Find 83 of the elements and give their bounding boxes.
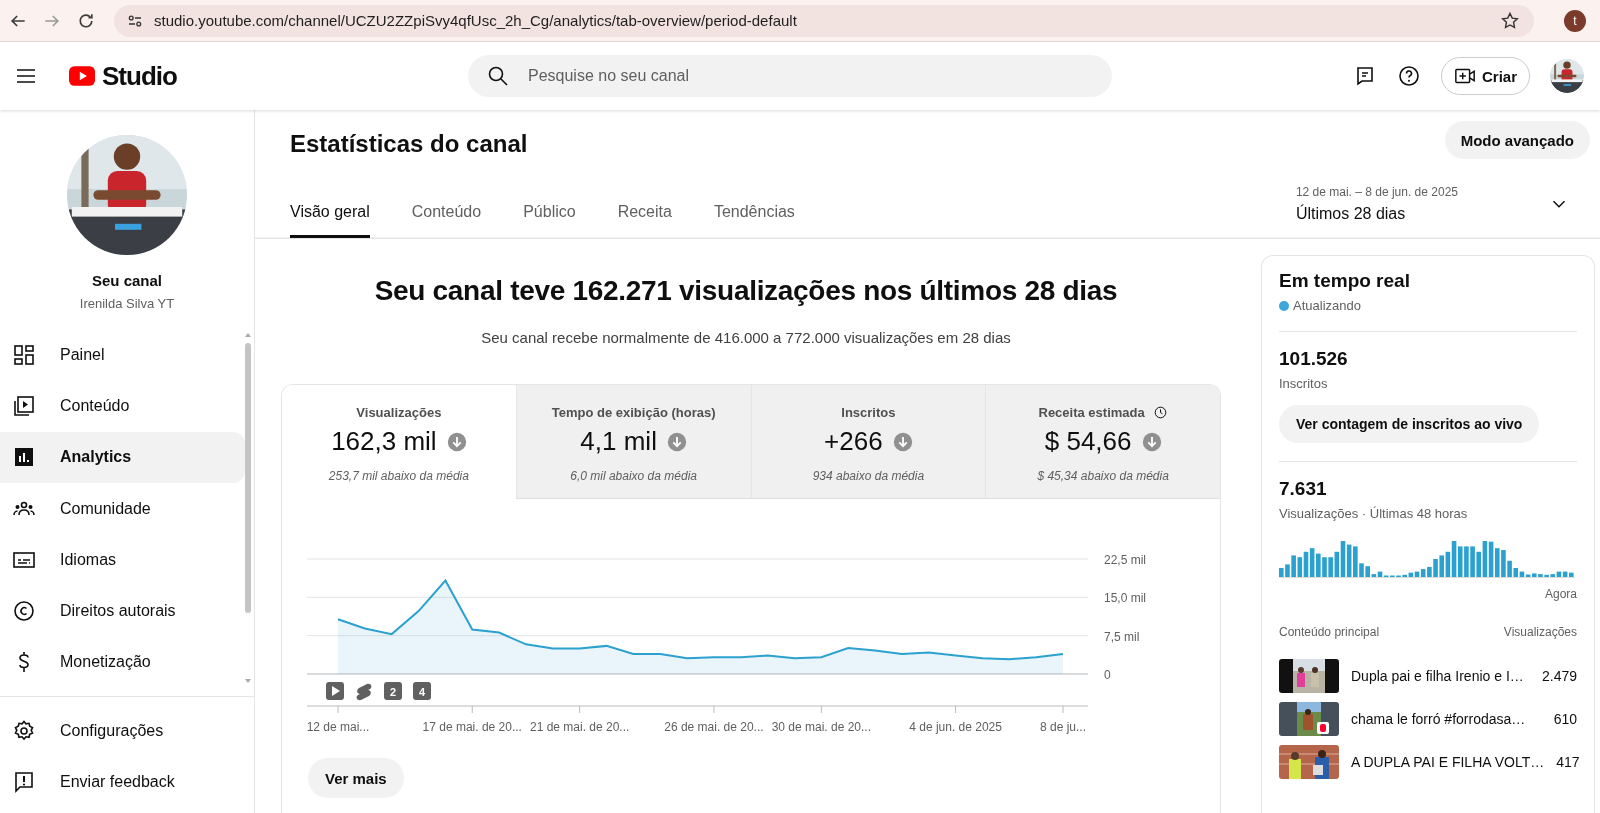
tab[interactable]: Tendências: [713, 203, 795, 238]
panel-title: Em tempo real: [1279, 270, 1411, 292]
video-title[interactable]: A DUPLA PAI E FILHA VOLT…: [1351, 754, 1545, 770]
column-header: Conteúdo principal: [1279, 625, 1380, 639]
axis-label: 0: [1104, 668, 1111, 682]
shorts-marker-icon[interactable]: [356, 683, 372, 701]
sidebar-item[interactable]: Comunidade: [0, 482, 245, 535]
axis-label: 7,5 mil: [1104, 629, 1140, 644]
status-text: Atualizando: [1293, 298, 1361, 313]
advanced-mode-button[interactable]: Modo avançado: [1444, 121, 1590, 159]
count-marker[interactable]: 2: [384, 682, 402, 700]
views-label: Visualizações · Últimas 48 horas: [1279, 506, 1469, 521]
comparison-text: $ 45,34 abaixo da média: [1037, 469, 1169, 483]
metric-label: Receita estimada: [1038, 405, 1145, 420]
view-count: 2.479: [1541, 668, 1577, 684]
sidebar-item[interactable]: Painel: [0, 329, 245, 381]
dashboard-icon: [12, 342, 36, 367]
axis-label: 15,0 mil: [1104, 591, 1147, 606]
metric-value: +266: [824, 426, 883, 457]
address-bar[interactable]: studio.youtube.com/channel/UCZU2ZZpiSvy4qfUsc_2h_Cg/analytics/tab-overview/period-default: [114, 4, 1534, 37]
metric-tab[interactable]: Inscritos +266 934 abaixo da média: [750, 385, 986, 499]
metric-label: Visualizações: [356, 405, 442, 420]
metric-tab[interactable]: Tempo de exibição (horas) 4,1 mil 6,0 mil abaixo da média: [515, 385, 751, 499]
metric-tab[interactable]: Receita estimada $ 54,66 $ 45,34 abaixo da média: [985, 385, 1220, 499]
metric-label: Tempo de exibição (horas): [551, 405, 716, 420]
tab[interactable]: Receita: [617, 203, 672, 238]
axis-label: 4 de jun. de 2025: [909, 720, 1002, 734]
copyright-icon: [12, 599, 36, 624]
column-header: Visualizações: [1503, 625, 1577, 639]
search-icon: [486, 64, 510, 88]
axis-label: 12 de mai...: [306, 720, 370, 734]
sidebar-item[interactable]: Idiomas: [0, 534, 245, 586]
channel-name: Irenilda Silva YT: [79, 296, 175, 311]
time-label: Agora: [1543, 587, 1577, 601]
comparison-text: 6,0 mil abaixo da média: [570, 469, 697, 483]
star-icon[interactable]: [1500, 10, 1520, 31]
tab[interactable]: Visão geral: [290, 203, 370, 238]
video-title[interactable]: Dupla pai e filha Irenio e I…: [1351, 668, 1530, 684]
axis-label: 22,5 mil: [1104, 553, 1147, 567]
feedback-icon: [12, 770, 36, 794]
comparison-text: 253,7 mil abaixo da média: [328, 469, 469, 483]
view-count: 417: [1556, 754, 1580, 770]
views-count: 7.631: [1279, 478, 1328, 500]
sidebar-item[interactable]: Monetização: [0, 636, 245, 689]
sidebar-item[interactable]: Analytics: [0, 431, 245, 483]
video-title[interactable]: chama le forró #forrodasa…: [1351, 711, 1542, 727]
sidebar-item[interactable]: Enviar feedback: [0, 756, 245, 808]
video-library-icon: [12, 393, 36, 418]
axis-label: 21 de mai. de 20...: [529, 720, 630, 734]
headline: Seu canal teve 162.271 visualizações nos últimos 28 dias: [374, 275, 1118, 307]
metric-value: $ 54,66: [1044, 426, 1132, 457]
metric-value: 4,1 mil: [580, 426, 657, 457]
subscriber-label: Inscritos: [1279, 376, 1329, 391]
period-dropdown[interactable]: Últimos 28 dias: [1295, 205, 1458, 223]
count-marker[interactable]: 4: [413, 682, 431, 700]
profile-button[interactable]: t: [1564, 9, 1586, 32]
create-button[interactable]: Criar: [1440, 57, 1530, 95]
status-dot-icon: [1279, 300, 1289, 311]
subscriber-count: 101.526: [1279, 348, 1349, 370]
sidebar-item[interactable]: Conteúdo: [0, 380, 245, 432]
search-field[interactable]: Pesquise no seu canal: [468, 55, 1112, 97]
comparison-text: 934 abaixo da média: [812, 469, 925, 483]
sidebar-item[interactable]: Direitos autorais: [0, 585, 245, 637]
settings-icon: [12, 718, 36, 743]
summary-text: Seu canal recebe normalmente de 416.000 a 772.000 visualizações em 28 dias: [481, 329, 1011, 346]
axis-label: 8 de ju...: [1040, 720, 1086, 734]
axis-label: 17 de mai. de 20...: [422, 720, 522, 734]
video-marker-icon[interactable]: [326, 682, 344, 700]
tab[interactable]: Conteúdo: [411, 203, 482, 238]
page-title: Estatísticas do canal: [290, 130, 528, 158]
sidebar-item[interactable]: Configurações: [0, 705, 245, 757]
axis-label: 30 de mai. de 20...: [771, 720, 872, 734]
metric-label: Inscritos: [841, 405, 896, 420]
logo-text[interactable]: Studio: [102, 60, 177, 92]
view-count: 610: [1553, 711, 1577, 727]
tab[interactable]: Público: [523, 203, 576, 238]
metric-value: 162,3 mil: [331, 426, 437, 457]
channel-title: Seu canal: [91, 272, 162, 289]
see-more-button[interactable]: Ver mais: [308, 758, 404, 798]
axis-label: 26 de mai. de 20...: [664, 720, 764, 734]
help-icon[interactable]: [1396, 64, 1421, 88]
date-range: 12 de mai. – 8 de jun. de 2025: [1295, 185, 1458, 199]
live-count-button[interactable]: Ver contagem de inscritos ao vivo: [1279, 405, 1540, 443]
